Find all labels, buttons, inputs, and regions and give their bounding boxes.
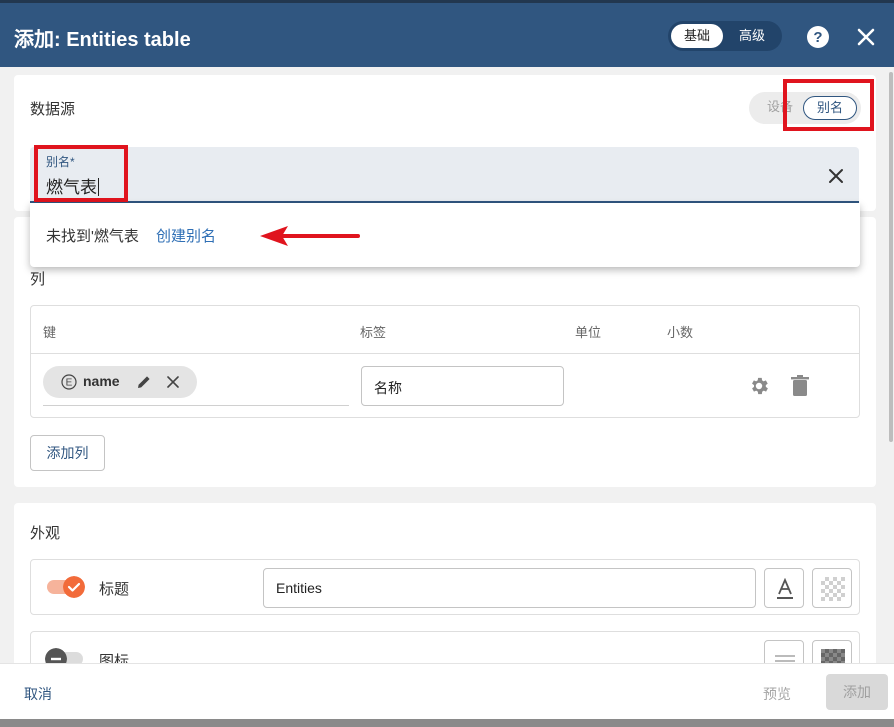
close-icon[interactable] xyxy=(854,25,878,49)
dialog-content: 数据源 设备 别名 别名* 燃气表 列 键 标签 单位 小数 E name 名称… xyxy=(0,67,894,663)
title-color-button[interactable] xyxy=(812,568,852,608)
content-scrollbar[interactable] xyxy=(889,72,893,442)
list-icon xyxy=(775,655,795,662)
title-toggle[interactable] xyxy=(47,576,85,598)
key-chip[interactable]: E name xyxy=(43,366,197,398)
datasource-title: 数据源 xyxy=(30,101,76,118)
check-icon xyxy=(63,576,85,598)
col-header-key: 键 xyxy=(43,325,57,340)
mode-advanced-option[interactable]: 高级 xyxy=(726,24,778,48)
add-widget-dialog: 添加: Entities table 基础 高级 ? 数据源 设备 别名 别名*… xyxy=(0,0,894,727)
icon-row: 图标 xyxy=(30,631,860,663)
columns-table: 键 标签 单位 小数 E name 名称 xyxy=(30,305,860,418)
mode-basic-option[interactable]: 基础 xyxy=(671,24,723,48)
col-header-units: 单位 xyxy=(575,325,602,340)
col-header-decimals: 小数 xyxy=(667,325,694,340)
column-label-input[interactable]: 名称 xyxy=(361,366,564,406)
add-column-button[interactable]: 添加列 xyxy=(30,435,105,471)
annotation-highlight-alias-input xyxy=(34,145,128,202)
title-row: 标题 Entities xyxy=(30,559,860,615)
icon-list-button[interactable] xyxy=(764,640,804,663)
title-row-label: 标题 xyxy=(99,581,130,598)
clear-icon[interactable] xyxy=(826,166,846,186)
icon-color-button[interactable] xyxy=(812,640,852,663)
icon-color-swatch xyxy=(821,649,845,663)
text-format-icon xyxy=(777,578,793,599)
alias-autocomplete-dropdown: 未找到'燃气表 创建别名 xyxy=(30,203,860,267)
annotation-arrow-icon xyxy=(260,226,360,246)
title-font-button[interactable] xyxy=(764,568,804,608)
datasource-card: 数据源 设备 别名 别名* 燃气表 xyxy=(14,75,876,211)
page-backdrop-strip xyxy=(0,719,894,727)
appearance-card: 外观 标题 Entities 图标 xyxy=(14,503,876,663)
dialog-header: 添加: Entities table 基础 高级 ? xyxy=(0,0,894,67)
alias-not-found-text: 未找到'燃气表 xyxy=(46,228,139,245)
appearance-title: 外观 xyxy=(30,525,61,542)
columns-title: 列 xyxy=(30,271,46,288)
dialog-footer: 取消 预览 添加 xyxy=(0,663,894,719)
transparent-color-swatch xyxy=(821,577,845,601)
create-alias-link[interactable]: 创建别名 xyxy=(156,225,216,246)
svg-text:E: E xyxy=(66,378,73,389)
key-field-underline xyxy=(43,405,349,406)
minus-icon xyxy=(45,648,67,663)
entity-e-icon: E xyxy=(61,374,77,390)
title-input[interactable]: Entities xyxy=(263,568,756,608)
mode-toggle[interactable]: 基础 高级 xyxy=(668,21,782,51)
table-divider xyxy=(31,353,859,354)
remove-chip-icon[interactable] xyxy=(165,374,181,390)
col-header-label: 标签 xyxy=(360,325,387,340)
key-chip-label: name xyxy=(83,373,120,389)
help-circle-icon[interactable]: ? xyxy=(806,25,830,49)
svg-text:?: ? xyxy=(813,29,822,46)
dialog-title: 添加: Entities table xyxy=(14,29,191,51)
preview-button[interactable]: 预览 xyxy=(763,684,791,704)
edit-icon[interactable] xyxy=(135,373,153,391)
add-button[interactable]: 添加 xyxy=(826,674,888,710)
alias-field[interactable]: 别名* 燃气表 xyxy=(30,147,859,203)
delete-icon[interactable] xyxy=(791,375,809,397)
icon-toggle[interactable] xyxy=(45,648,83,663)
cancel-button[interactable]: 取消 xyxy=(24,684,52,704)
gear-icon[interactable] xyxy=(748,375,770,397)
annotation-highlight-alias-toggle xyxy=(783,79,874,131)
icon-row-label: 图标 xyxy=(99,653,130,663)
